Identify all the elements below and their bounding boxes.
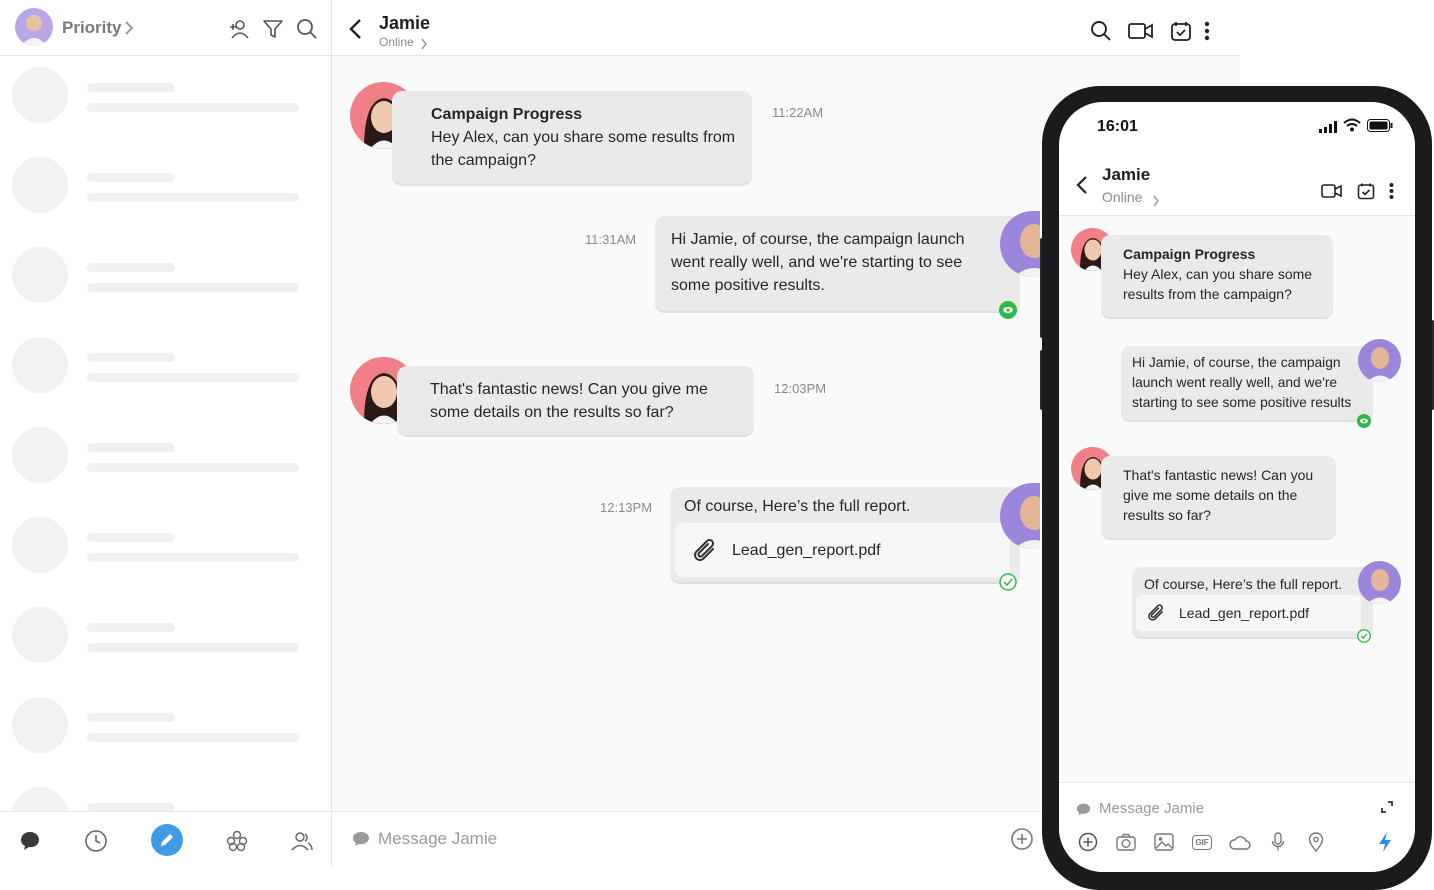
add-icon[interactable] xyxy=(1077,831,1099,853)
message-text: Hi Jamie, of course, the campaign launch… xyxy=(1132,355,1352,410)
phone-screen: 16:01 Jamie Online Campaign Progress Hey… xyxy=(1059,102,1415,872)
conversation-placeholder xyxy=(12,697,312,757)
chat-bubble-icon xyxy=(352,830,370,853)
message-text: Hey Alex, can you share some results fro… xyxy=(1123,266,1313,302)
more-vertical-icon[interactable] xyxy=(1389,182,1394,205)
conversation-placeholder xyxy=(12,337,312,397)
wifi-icon xyxy=(1343,118,1361,137)
conversation-placeholder xyxy=(12,247,312,307)
message-bubble-incoming[interactable]: Campaign Progress Hey Alex, can you shar… xyxy=(1101,235,1333,317)
conversation-sidebar: Priority xyxy=(0,0,332,866)
microphone-icon[interactable] xyxy=(1267,831,1289,853)
phone-status-bar: 16:01 xyxy=(1059,102,1415,158)
location-pin-icon[interactable] xyxy=(1305,831,1327,853)
attachment-filename: Lead_gen_report.pdf xyxy=(1179,605,1309,621)
calendar-check-icon[interactable] xyxy=(1357,182,1375,205)
user-avatar[interactable] xyxy=(15,8,53,46)
cloud-icon[interactable] xyxy=(1229,831,1251,853)
phone-message-composer: Message Jamie GIF xyxy=(1059,782,1415,872)
conversation-placeholder xyxy=(12,607,312,667)
priority-filter-label[interactable]: Priority xyxy=(62,18,122,38)
message-bubble-incoming[interactable]: That's fantastic news! Can you give me s… xyxy=(1101,456,1336,538)
contacts-icon[interactable] xyxy=(287,826,317,856)
message-text: That's fantastic news! Can you give me s… xyxy=(1123,467,1314,523)
alex-avatar[interactable] xyxy=(1358,339,1401,382)
chevron-right-icon xyxy=(124,20,134,41)
delivered-check-icon xyxy=(999,573,1017,596)
calendar-check-icon[interactable] xyxy=(1170,20,1192,47)
battery-icon xyxy=(1367,119,1393,137)
back-arrow-icon[interactable] xyxy=(1075,175,1089,200)
chat-header: Jamie Online xyxy=(332,0,1240,56)
message-time: 12:03PM xyxy=(774,381,827,396)
message-text: Of course, Here’s the full report. xyxy=(1144,576,1343,592)
apps-flower-icon[interactable] xyxy=(222,826,252,856)
paperclip-icon xyxy=(691,537,721,572)
chat-bubble-icon xyxy=(1076,802,1091,822)
more-vertical-icon[interactable] xyxy=(1204,20,1210,47)
signal-icon xyxy=(1319,120,1337,138)
phone-chat-header: Jamie Online xyxy=(1059,158,1415,216)
image-icon[interactable] xyxy=(1153,831,1175,853)
message-text: That's fantastic news! Can you give me s… xyxy=(430,381,708,421)
add-attachment-icon[interactable] xyxy=(1011,828,1033,855)
message-text: Hi Jamie, of course, the campaign launch… xyxy=(671,231,965,294)
attachment-filename: Lead_gen_report.pdf xyxy=(732,542,881,559)
search-icon[interactable] xyxy=(1090,20,1112,47)
message-bubble-incoming[interactable]: Campaign Progress Hey Alex, can you shar… xyxy=(392,91,752,184)
read-receipt-icon xyxy=(1357,414,1371,433)
add-contact-icon[interactable] xyxy=(228,18,250,40)
phone-clock: 16:01 xyxy=(1097,118,1138,135)
video-call-icon[interactable] xyxy=(1321,183,1343,204)
message-time: 12:13PM xyxy=(600,500,653,515)
file-attachment[interactable]: Lead_gen_report.pdf xyxy=(1136,595,1361,631)
conversation-placeholder xyxy=(12,157,312,217)
expand-icon[interactable] xyxy=(1380,800,1394,819)
message-text: Hey Alex, can you share some results fro… xyxy=(431,129,736,169)
contact-status[interactable]: Online xyxy=(379,35,414,49)
contact-status[interactable]: Online xyxy=(1102,189,1142,205)
send-lightning-icon[interactable] xyxy=(1374,831,1396,853)
back-arrow-icon[interactable] xyxy=(348,18,364,45)
bottom-nav xyxy=(0,811,331,866)
camera-icon[interactable] xyxy=(1115,831,1137,853)
alex-avatar[interactable] xyxy=(1358,561,1401,604)
contact-name[interactable]: Jamie xyxy=(379,13,430,34)
message-time: 11:31AM xyxy=(585,232,637,247)
search-icon[interactable] xyxy=(296,18,318,40)
message-input[interactable]: Message Jamie xyxy=(1099,800,1204,817)
message-text: Of course, Here’s the full report. xyxy=(684,498,911,515)
message-time: 11:22AM xyxy=(772,105,824,120)
sidebar-header: Priority xyxy=(0,0,331,56)
message-bubble-outgoing[interactable]: Hi Jamie, of course, the campaign launch… xyxy=(655,216,1020,311)
conversation-placeholder xyxy=(12,427,312,487)
video-call-icon[interactable] xyxy=(1128,20,1154,47)
paperclip-icon xyxy=(1146,603,1168,630)
message-title: Campaign Progress xyxy=(431,106,583,123)
compose-button[interactable] xyxy=(151,824,183,856)
conversation-placeholder xyxy=(12,67,312,127)
chat-bubble-icon[interactable] xyxy=(15,826,45,856)
chevron-right-icon xyxy=(420,37,428,55)
message-input[interactable]: Message Jamie xyxy=(378,829,497,849)
filter-icon[interactable] xyxy=(262,18,284,40)
message-bubble-incoming[interactable]: That's fantastic news! Can you give me s… xyxy=(397,366,754,435)
read-receipt-icon xyxy=(999,301,1017,324)
delivered-check-icon xyxy=(1357,629,1371,648)
message-bubble-outgoing[interactable]: Hi Jamie, of course, the campaign launch… xyxy=(1121,346,1373,420)
clock-icon[interactable] xyxy=(81,826,111,856)
gif-icon[interactable]: GIF xyxy=(1191,831,1213,853)
message-title: Campaign Progress xyxy=(1123,246,1256,262)
contact-name[interactable]: Jamie xyxy=(1102,165,1150,185)
chevron-right-icon xyxy=(1152,194,1160,212)
file-attachment[interactable]: Lead_gen_report.pdf xyxy=(675,523,1010,577)
conversation-placeholder xyxy=(12,517,312,577)
